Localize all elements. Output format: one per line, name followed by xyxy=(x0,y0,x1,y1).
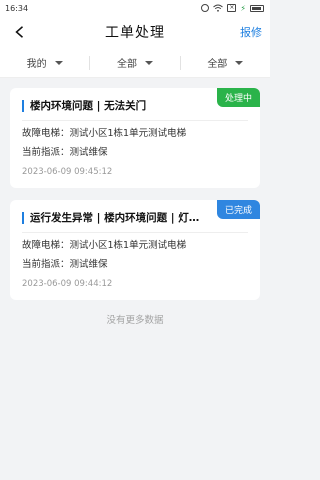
filter-bar: 我的 全部 全部 xyxy=(0,48,270,78)
fault-value: 测试小区1栋1单元测试电梯 xyxy=(69,128,187,139)
no-more-data-text: 没有更多数据 xyxy=(106,315,164,326)
caret-down-icon xyxy=(235,60,244,65)
filter-label: 全部 xyxy=(116,59,137,70)
divider xyxy=(22,232,248,233)
caret-down-icon xyxy=(54,60,63,65)
assignee-row: 当前指派：测试维保 xyxy=(22,258,248,271)
page-title: 工单处理 xyxy=(105,25,165,41)
fault-elevator-row: 故障电梯：测试小区1栋1单元测试电梯 xyxy=(22,239,248,252)
assignee-label: 当前指派： xyxy=(22,147,70,158)
assignee-row: 当前指派：测试维保 xyxy=(22,146,248,159)
filter-label: 全部 xyxy=(207,59,228,70)
alarm-icon xyxy=(201,4,210,12)
status-badge: 已完成 xyxy=(216,200,260,219)
work-order-card[interactable]: 已完成 运行发生异常 | 楼内环境问题 | 灯光照明故障 故障电梯：测试小区1栋… xyxy=(10,200,260,300)
filter-label: 我的 xyxy=(26,59,47,70)
battery-icon xyxy=(250,4,264,12)
work-order-list: 处理中 楼内环境问题 | 无法关门 故障电梯：测试小区1栋1单元测试电梯 当前指… xyxy=(0,78,270,326)
order-title: 楼内环境问题 | 无法关门 xyxy=(22,100,202,112)
filter-scope-dropdown[interactable]: 我的 xyxy=(0,56,89,70)
back-button[interactable] xyxy=(10,23,28,41)
assignee-label: 当前指派： xyxy=(22,259,70,270)
wifi-icon xyxy=(213,4,224,12)
work-order-card[interactable]: 处理中 楼内环境问题 | 无法关门 故障电梯：测试小区1栋1单元测试电梯 当前指… xyxy=(10,88,260,188)
fault-label: 故障电梯： xyxy=(22,240,70,251)
assignee-value: 测试维保 xyxy=(69,259,108,270)
order-time: 2023-06-09 09:44:12 xyxy=(22,279,113,289)
status-badge: 处理中 xyxy=(216,88,260,107)
report-repair-button[interactable]: 报修 xyxy=(240,24,262,40)
fault-elevator-row: 故障电梯：测试小区1栋1单元测试电梯 xyxy=(22,127,248,140)
assignee-value: 测试维保 xyxy=(69,147,108,158)
order-time: 2023-06-09 09:45:12 xyxy=(22,167,113,177)
fault-label: 故障电梯： xyxy=(22,128,70,139)
order-title: 运行发生异常 | 楼内环境问题 | 灯光照明故障 xyxy=(22,212,202,224)
caret-down-icon xyxy=(144,60,153,65)
top-navbar: 工单处理 报修 xyxy=(0,16,270,48)
sim-x-icon: × xyxy=(227,4,237,12)
status-time: 16:34 xyxy=(5,3,29,13)
status-icons: × ⚡ xyxy=(201,4,264,13)
filter-type-dropdown[interactable]: 全部 xyxy=(89,55,179,70)
status-bar: 16:34 × ⚡ xyxy=(0,0,270,16)
chevron-left-icon xyxy=(14,26,23,38)
fault-value: 测试小区1栋1单元测试电梯 xyxy=(69,240,187,251)
divider xyxy=(22,120,248,121)
filter-status-dropdown[interactable]: 全部 xyxy=(179,55,270,70)
bolt-icon: ⚡ xyxy=(240,3,246,13)
